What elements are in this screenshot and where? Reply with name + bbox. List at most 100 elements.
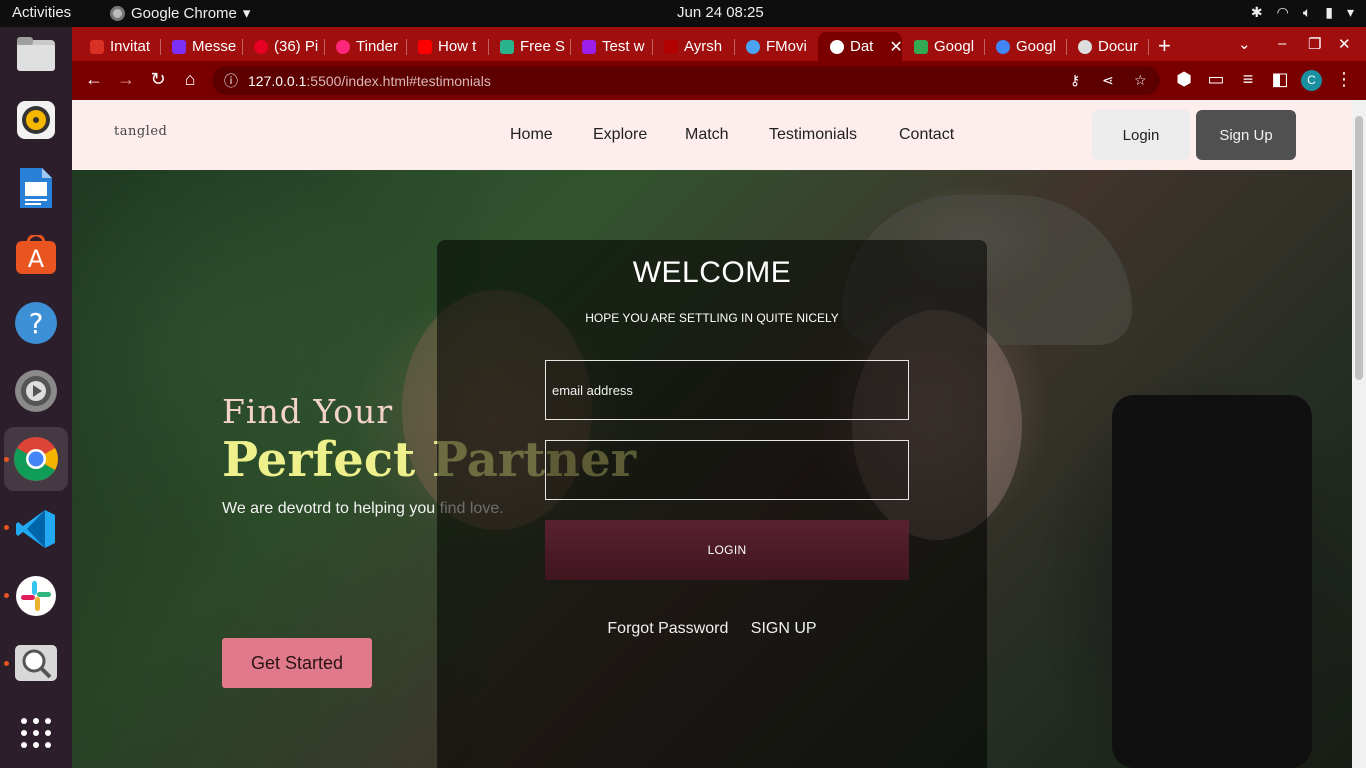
chrome-icon[interactable] <box>4 427 68 491</box>
home-icon[interactable]: ⌂ <box>178 69 202 90</box>
tab-title: Googl <box>934 38 975 55</box>
activities-button[interactable]: Activities <box>12 4 71 21</box>
forward-icon[interactable]: → <box>114 69 138 90</box>
cast-icon[interactable]: ▭ <box>1204 69 1228 90</box>
signup-link[interactable]: SIGN UP <box>751 620 817 637</box>
settings-icon[interactable] <box>12 367 60 415</box>
svg-text:A: A <box>28 245 45 273</box>
tab-title: Tinder <box>356 38 398 55</box>
media-control-icon[interactable]: ≡ <box>1236 69 1260 90</box>
tab-title: Dat <box>850 38 874 55</box>
files-icon[interactable] <box>12 30 60 78</box>
login-card-links: Forgot Password SIGN UP <box>437 620 987 638</box>
nav-testimonials[interactable]: Testimonials <box>769 126 857 144</box>
tab[interactable]: Googl <box>902 32 982 61</box>
tab[interactable]: Docur <box>1066 32 1146 61</box>
running-indicator <box>4 457 9 462</box>
chrome-menu-icon[interactable]: ⋮ <box>1332 69 1356 90</box>
url-path: :5500/index.html#testimonials <box>306 72 491 89</box>
svg-text:?: ? <box>29 307 44 340</box>
login-button[interactable]: Login <box>1092 110 1190 160</box>
tab-title: Test w <box>602 38 645 55</box>
email-field[interactable] <box>545 360 909 420</box>
rhythmbox-icon[interactable] <box>12 96 60 144</box>
tab[interactable]: Free S <box>488 32 568 61</box>
scrollbar-thumb[interactable] <box>1355 116 1363 380</box>
libreoffice-writer-icon[interactable] <box>12 164 60 212</box>
tab[interactable]: How t <box>406 32 486 61</box>
signup-button[interactable]: Sign Up <box>1196 110 1296 160</box>
browser-toolbar: ← → ↻ ⌂ ⓘ 127.0.0.1:5500/index.html#test… <box>72 61 1366 100</box>
tab[interactable]: FMovi <box>734 32 814 61</box>
site-icon <box>746 39 760 54</box>
battery-icon[interactable]: ▮ <box>1325 4 1333 21</box>
app-menu[interactable]: Google Chrome ▾ <box>110 4 250 22</box>
submit-login-button[interactable]: LOGIN <box>545 520 909 580</box>
hero-heading-line1: Find Your <box>222 392 394 431</box>
system-top-bar: Activities Google Chrome ▾ Jun 24 08:25 … <box>0 0 1366 27</box>
back-icon[interactable]: ← <box>82 69 106 90</box>
tab[interactable]: Test w <box>570 32 650 61</box>
clock[interactable]: Jun 24 08:25 <box>677 4 764 21</box>
nav-match[interactable]: Match <box>685 126 729 144</box>
reload-icon[interactable]: ↻ <box>146 69 170 90</box>
login-subtitle: HOPE YOU ARE SETTLING IN QUITE NICELY <box>585 311 839 325</box>
wifi-icon[interactable]: ◠ <box>1277 4 1289 21</box>
volume-icon[interactable]: 🔈︎ <box>1303 4 1311 21</box>
side-panel-icon[interactable]: ◧ <box>1268 69 1292 90</box>
tab-title: FMovi <box>766 38 807 55</box>
tab[interactable]: (36) Pi <box>242 32 322 61</box>
gmail-icon <box>90 39 104 54</box>
help-icon[interactable]: ? <box>12 299 60 347</box>
profile-avatar[interactable]: C <box>1301 70 1322 91</box>
system-tray[interactable]: ✱ ◠ 🔈︎ ▮ ▾ <box>1251 4 1354 21</box>
pinterest-icon <box>254 39 268 54</box>
tab-title: Docur <box>1098 38 1139 55</box>
power-menu-icon[interactable]: ▾ <box>1347 4 1354 21</box>
forgot-password-link[interactable]: Forgot Password <box>607 620 728 637</box>
tab-title: How t <box>438 38 477 55</box>
tab-search-chevron-icon[interactable]: ⌄ <box>1238 35 1251 53</box>
minimize-icon[interactable]: – <box>1278 35 1286 52</box>
password-field[interactable] <box>545 440 909 500</box>
vscode-icon[interactable] <box>12 505 60 553</box>
address-bar[interactable]: ⓘ 127.0.0.1:5500/index.html#testimonials… <box>212 66 1160 95</box>
nav-home[interactable]: Home <box>510 126 553 144</box>
extensions-icon[interactable]: ⬢ <box>1172 69 1196 90</box>
nav-explore[interactable]: Explore <box>593 126 647 144</box>
site-info-icon[interactable]: ⓘ <box>224 71 238 91</box>
key-icon[interactable]: ⚷ <box>1070 72 1080 89</box>
tab[interactable]: Googl <box>984 32 1064 61</box>
slack-tray-icon[interactable]: ✱ <box>1251 4 1263 21</box>
get-started-button[interactable]: Get Started <box>222 638 372 688</box>
tab[interactable]: Tinder <box>324 32 404 61</box>
tab[interactable]: Invitat <box>78 32 158 61</box>
running-indicator <box>4 525 9 530</box>
close-window-icon[interactable]: ✕ <box>1338 35 1351 53</box>
tab[interactable]: Ayrsh <box>652 32 732 61</box>
chrome-mini-icon <box>110 5 125 21</box>
page-scrollbar[interactable] <box>1352 100 1366 768</box>
tab-title: Invitat <box>110 38 151 55</box>
tab-active[interactable]: Dat ✕ <box>818 32 902 61</box>
nav-contact[interactable]: Contact <box>899 126 954 144</box>
image-viewer-icon[interactable] <box>12 639 60 687</box>
bookmark-star-icon[interactable]: ☆ <box>1134 72 1147 89</box>
site-logo[interactable]: tangled <box>114 124 167 139</box>
tab[interactable]: Messe <box>160 32 240 61</box>
share-icon[interactable]: ⋖ <box>1102 72 1114 89</box>
close-tab-icon[interactable]: ✕ <box>889 37 902 57</box>
login-card: WELCOME HOPE YOU ARE SETTLING IN QUITE N… <box>437 240 987 768</box>
new-tab-button[interactable]: + <box>1158 33 1171 59</box>
slack-icon[interactable] <box>12 572 60 620</box>
url-host: 127.0.0.1 <box>248 72 307 89</box>
globe-icon <box>830 39 844 54</box>
google-icon <box>996 39 1010 54</box>
maximize-icon[interactable]: ❐ <box>1308 35 1321 53</box>
globe-icon <box>1078 39 1092 54</box>
show-apps-icon[interactable] <box>12 709 60 757</box>
tab-title: Googl <box>1016 38 1057 55</box>
page-viewport: tangled Home Explore Match Testimonials … <box>72 100 1352 768</box>
ubuntu-software-icon[interactable]: A <box>12 231 60 279</box>
tab-strip: Invitat Messe (36) Pi Tinder How t Free … <box>72 27 1366 61</box>
